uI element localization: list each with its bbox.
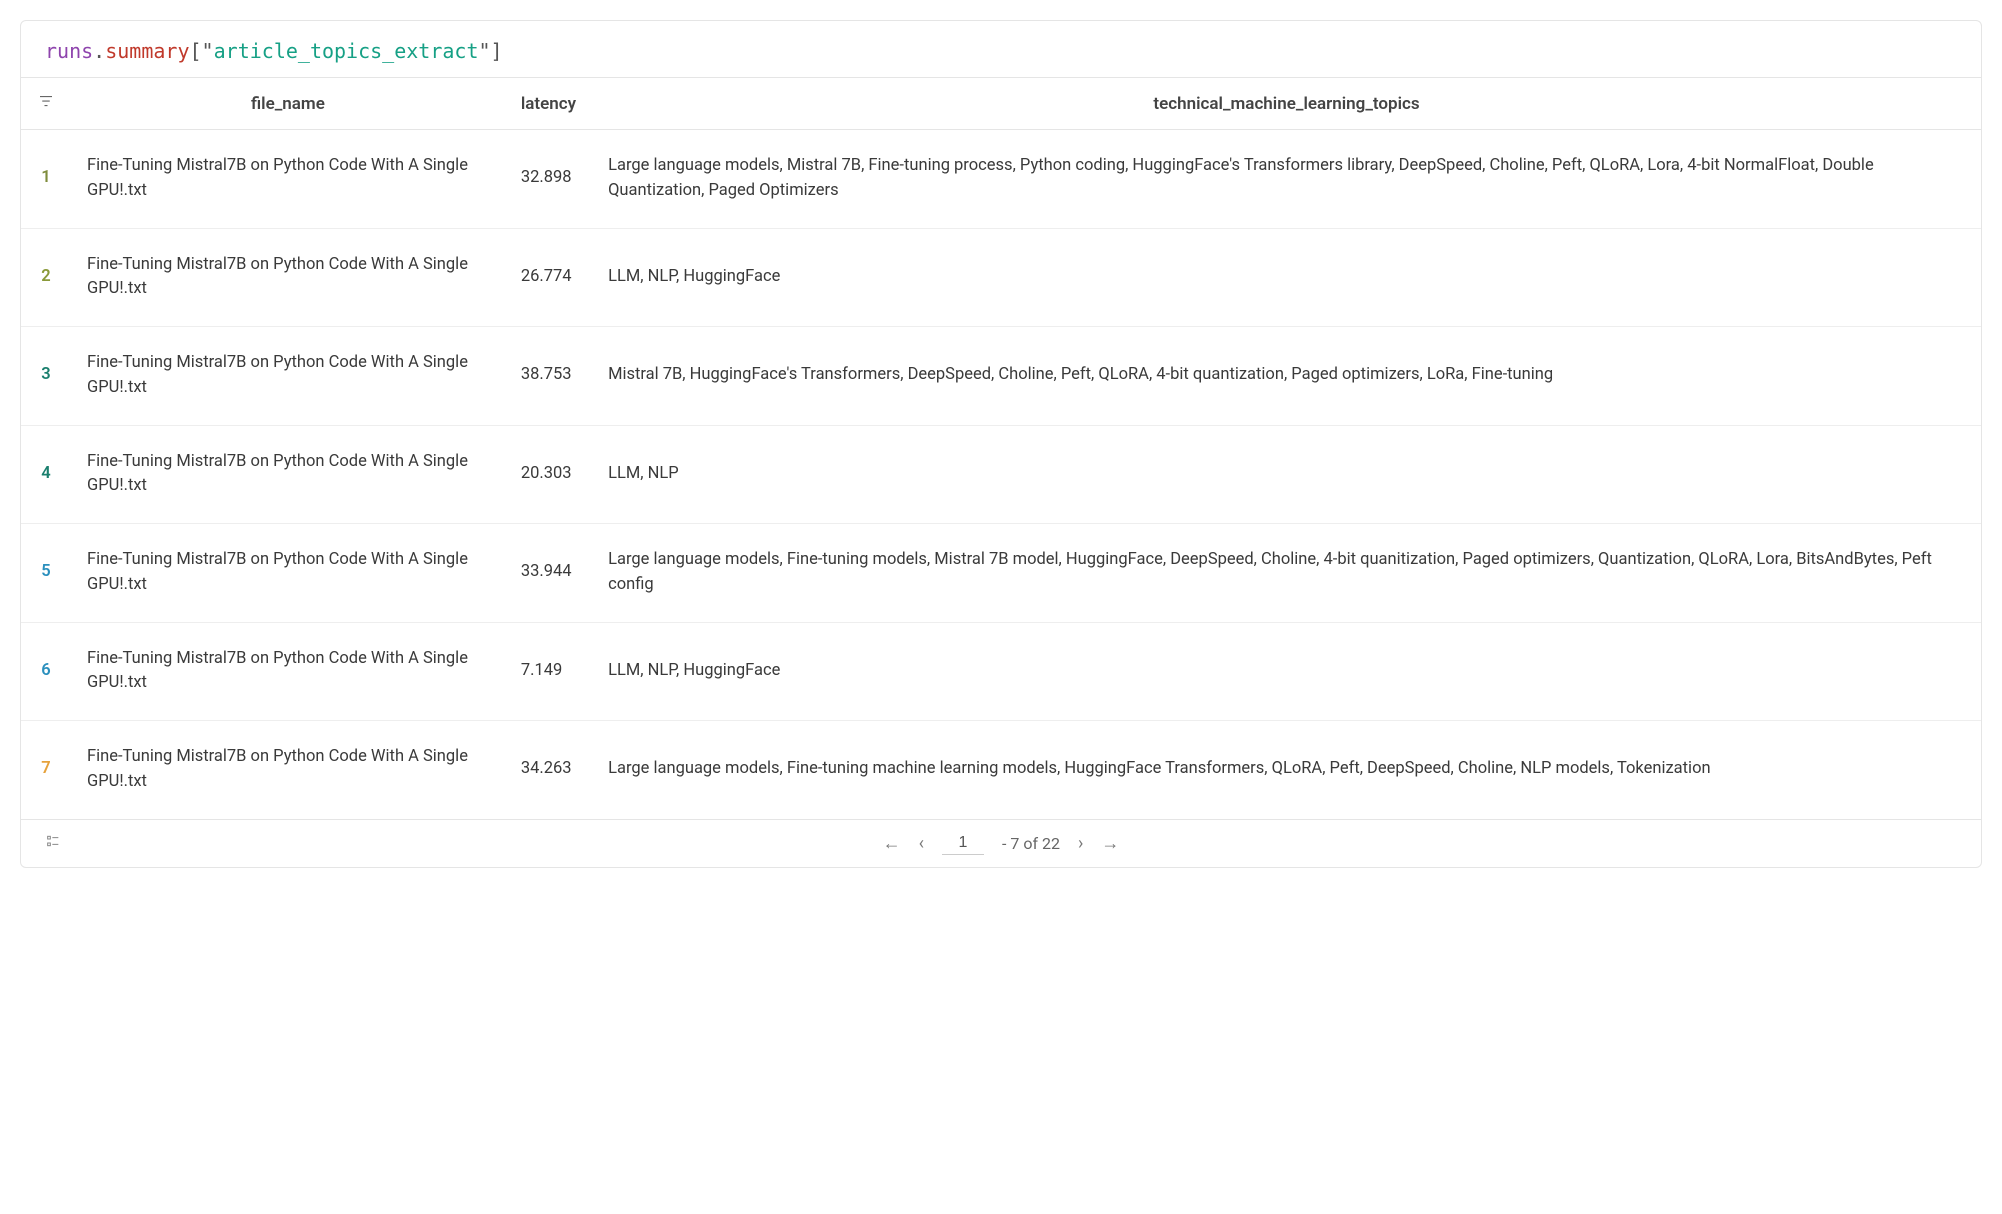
page-range-text: - 7 of 22 (1002, 834, 1060, 853)
table-row: 6Fine-Tuning Mistral7B on Python Code Wi… (21, 622, 1981, 721)
row-number: 7 (21, 721, 71, 819)
cell-latency: 32.898 (505, 130, 592, 229)
cell-topics: LLM, NLP, HuggingFace (592, 622, 1981, 721)
code-token-dot: . (93, 39, 105, 63)
cell-latency: 20.303 (505, 425, 592, 524)
cell-file-name: Fine-Tuning Mistral7B on Python Code Wit… (71, 327, 505, 426)
results-table: file_name latency technical_machine_lear… (21, 78, 1981, 819)
cell-file-name: Fine-Tuning Mistral7B on Python Code Wit… (71, 622, 505, 721)
code-expression: runs.summary["article_topics_extract"] (21, 21, 1981, 78)
table-row: 2Fine-Tuning Mistral7B on Python Code Wi… (21, 228, 1981, 327)
row-number: 3 (21, 327, 71, 426)
cell-file-name: Fine-Tuning Mistral7B on Python Code Wit… (71, 130, 505, 229)
table-header-row: file_name latency technical_machine_lear… (21, 78, 1981, 130)
row-number: 5 (21, 524, 71, 623)
cell-latency: 7.149 (505, 622, 592, 721)
table-row: 3Fine-Tuning Mistral7B on Python Code Wi… (21, 327, 1981, 426)
column-header-topics[interactable]: technical_machine_learning_topics (592, 78, 1981, 130)
code-token-open: [" (190, 39, 214, 63)
pagination-bar: ← ‹ - 7 of 22 › → (21, 819, 1981, 867)
column-filter[interactable] (21, 78, 71, 130)
table-wrap: file_name latency technical_machine_lear… (21, 78, 1981, 819)
row-number: 6 (21, 622, 71, 721)
table-row: 1Fine-Tuning Mistral7B on Python Code Wi… (21, 130, 1981, 229)
table-row: 4Fine-Tuning Mistral7B on Python Code Wi… (21, 425, 1981, 524)
cell-file-name: Fine-Tuning Mistral7B on Python Code Wit… (71, 228, 505, 327)
page-last-icon[interactable]: → (1101, 833, 1119, 854)
page-first-icon[interactable]: ← (883, 833, 901, 854)
filter-icon (37, 95, 55, 115)
table-row: 5Fine-Tuning Mistral7B on Python Code Wi… (21, 524, 1981, 623)
code-token-key: article_topics_extract (214, 39, 479, 63)
code-token-summary: summary (105, 39, 189, 63)
row-number: 1 (21, 130, 71, 229)
column-header-latency[interactable]: latency (505, 78, 592, 130)
table-options-icon[interactable] (45, 833, 61, 853)
data-panel: runs.summary["article_topics_extract"] f… (20, 20, 1982, 868)
page-prev-icon[interactable]: ‹ (919, 833, 924, 854)
code-token-close: "] (479, 39, 503, 63)
cell-file-name: Fine-Tuning Mistral7B on Python Code Wit… (71, 524, 505, 623)
cell-topics: Large language models, Mistral 7B, Fine-… (592, 130, 1981, 229)
page-next-icon[interactable]: › (1078, 833, 1083, 854)
cell-file-name: Fine-Tuning Mistral7B on Python Code Wit… (71, 425, 505, 524)
cell-topics: LLM, NLP (592, 425, 1981, 524)
cell-topics: LLM, NLP, HuggingFace (592, 228, 1981, 327)
cell-file-name: Fine-Tuning Mistral7B on Python Code Wit… (71, 721, 505, 819)
row-number: 2 (21, 228, 71, 327)
cell-topics: Large language models, Fine-tuning machi… (592, 721, 1981, 819)
table-row: 7Fine-Tuning Mistral7B on Python Code Wi… (21, 721, 1981, 819)
cell-topics: Large language models, Fine-tuning model… (592, 524, 1981, 623)
row-number: 4 (21, 425, 71, 524)
cell-latency: 33.944 (505, 524, 592, 623)
cell-latency: 38.753 (505, 327, 592, 426)
cell-topics: Mistral 7B, HuggingFace's Transformers, … (592, 327, 1981, 426)
cell-latency: 26.774 (505, 228, 592, 327)
column-header-file-name[interactable]: file_name (71, 78, 505, 130)
code-token-runs: runs (45, 39, 93, 63)
page-number-input[interactable] (942, 832, 984, 855)
cell-latency: 34.263 (505, 721, 592, 819)
